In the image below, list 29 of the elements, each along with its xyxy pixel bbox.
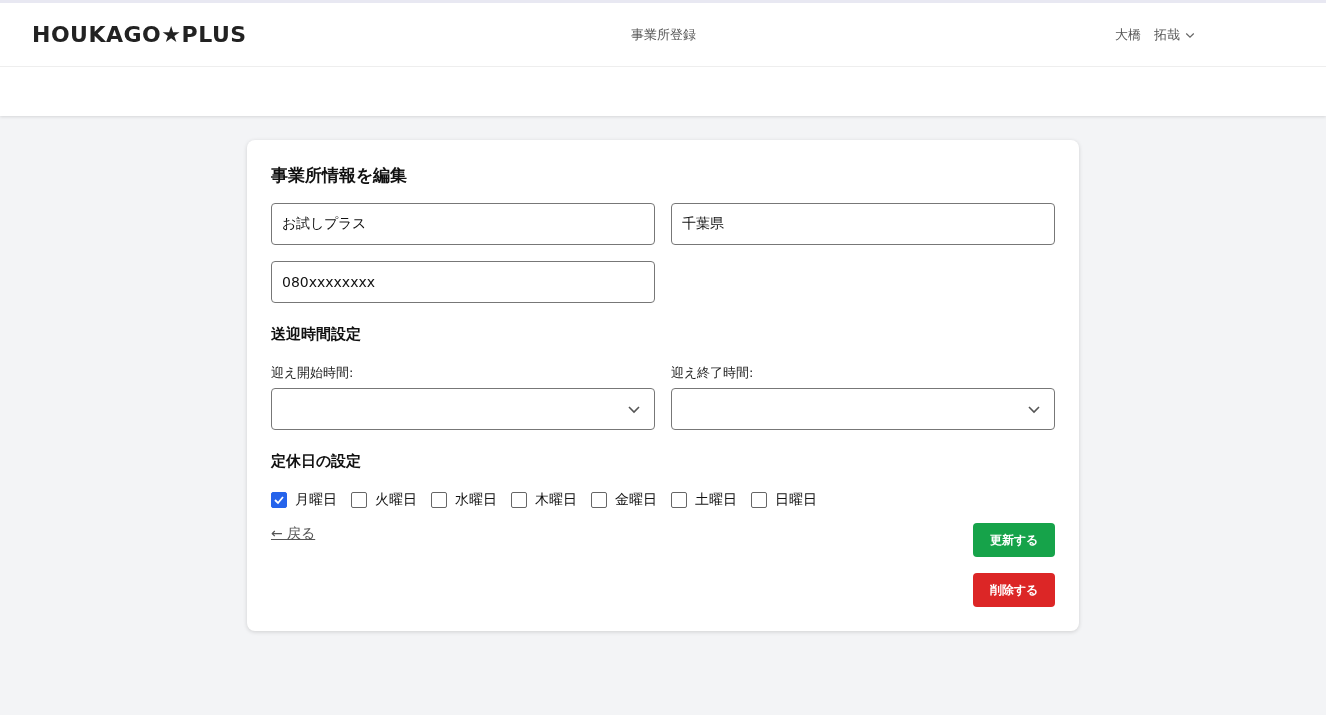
checkbox-label: 木曜日 (535, 491, 577, 509)
checkbox-label: 金曜日 (615, 491, 657, 509)
field-label: 迎え開始時間: (271, 364, 355, 382)
section-heading: 送迎時間設定 (271, 325, 362, 344)
time-select[interactable] (271, 388, 655, 430)
checkbox-label: 火曜日 (375, 491, 417, 509)
text-input[interactable]: お試しプラス (271, 203, 655, 245)
logo[interactable]: HOUKAGO★PLUS (32, 22, 247, 47)
checkbox-label: 月曜日 (295, 491, 337, 509)
text-input[interactable]: 千葉県 (671, 203, 1055, 245)
checkbox[interactable] (671, 492, 687, 508)
checkbox[interactable] (271, 492, 287, 508)
back-link[interactable]: ← 戻る (271, 525, 316, 543)
section-heading: 定休日の設定 (271, 452, 362, 471)
checkbox[interactable] (591, 492, 607, 508)
checkbox-label: 日曜日 (775, 491, 817, 509)
checkbox[interactable] (511, 492, 527, 508)
nav-link[interactable]: 事業所登録 (630, 25, 696, 44)
time-select[interactable] (671, 388, 1055, 430)
checkbox[interactable] (431, 492, 447, 508)
checkbox-label: 土曜日 (695, 491, 737, 509)
checkbox[interactable] (351, 492, 367, 508)
user-menu[interactable]: 大橋 拓哉 (1115, 25, 1196, 44)
checkbox[interactable] (751, 492, 767, 508)
text-input[interactable]: 080xxxxxxxx (271, 261, 655, 303)
delete-button[interactable]: 削除する (973, 573, 1055, 607)
checkbox-label: 水曜日 (455, 491, 497, 509)
form-title: 事業所情報を編集 (271, 164, 408, 187)
field-label: 迎え終了時間: (671, 364, 755, 382)
